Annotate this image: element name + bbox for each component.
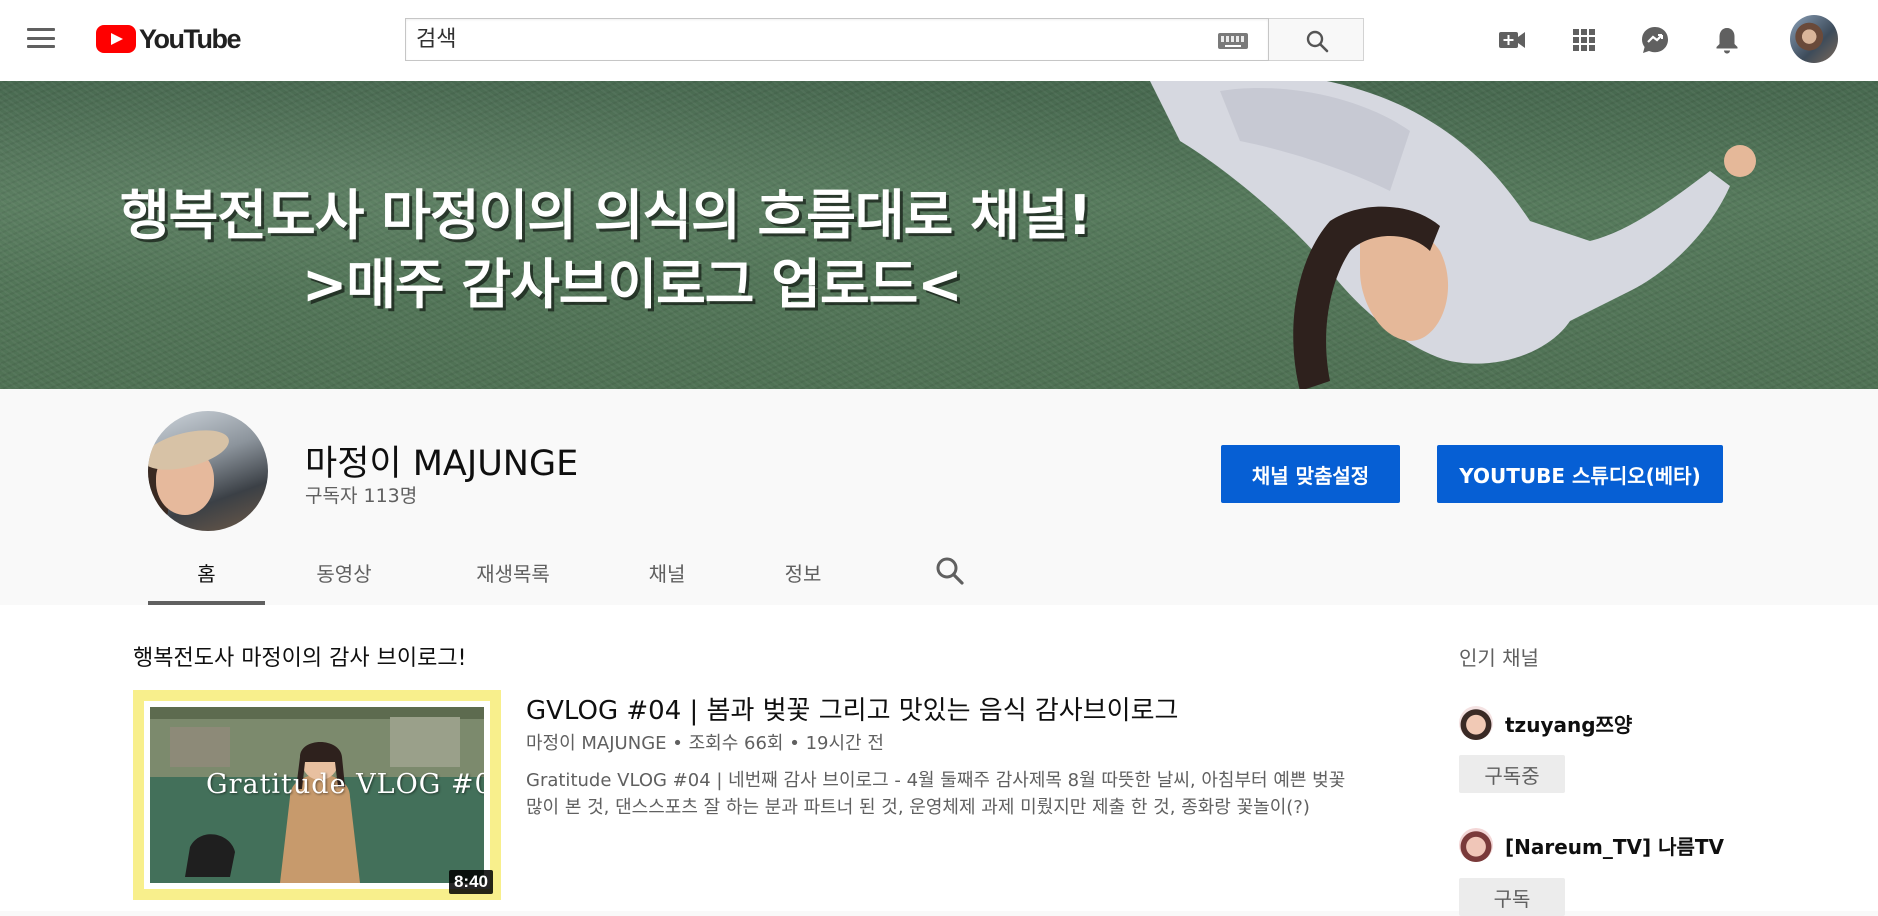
- notifications-icon[interactable]: [1709, 22, 1745, 58]
- youtube-logo[interactable]: YouTube: [96, 23, 241, 54]
- featured-channels-title: 인기 채널: [1459, 646, 1539, 670]
- meta-separator: •: [672, 733, 683, 754]
- search-input[interactable]: [416, 25, 1196, 53]
- apps-icon[interactable]: [1566, 22, 1602, 58]
- video-description: Gratitude VLOG #04 | 네번째 감사 브이로그 - 4월 둘째…: [526, 767, 1406, 821]
- thumbnail-frame: Gratitude VLOG #04: [144, 701, 490, 889]
- video-metadata: 마정이 MAJUNGE • 조회수 66회 • 19시간 전: [526, 729, 884, 755]
- customize-channel-button[interactable]: 채널 맞춤설정: [1221, 445, 1400, 503]
- video-description-line2: 많이 본 것, 댄스스포츠 잘 하는 분과 파트너 된 것, 운영체제 과제 미…: [526, 797, 1310, 818]
- featured-channel-name: [Nareum_TV] 나름TV: [1505, 834, 1725, 859]
- subscribe-button[interactable]: 구독: [1459, 878, 1565, 916]
- keyboard-icon[interactable]: [1218, 33, 1248, 49]
- thumbnail-photo: Gratitude VLOG #04: [150, 707, 484, 883]
- account-avatar[interactable]: [1790, 15, 1838, 63]
- tab-channels[interactable]: 채널: [603, 539, 731, 605]
- video-duration: 8:40: [448, 870, 493, 894]
- video-title[interactable]: GVLOG #04 | 봄과 벚꽃 그리고 맛있는 음식 감사브이로그: [526, 690, 1178, 727]
- video-description-line1: Gratitude VLOG #04 | 네번째 감사 브이로그 - 4월 둘째…: [526, 770, 1346, 791]
- video-views: 조회수 66회: [688, 733, 784, 754]
- subscribed-button[interactable]: 구독중: [1459, 755, 1565, 793]
- channel-banner: 행복전도사 마정이의 의식의 흐름대로 채널! >매주 감사브이로그 업로드<: [0, 81, 1878, 389]
- channel-avatar-icon: [1459, 828, 1493, 862]
- channel-avatar-icon: [1459, 706, 1493, 740]
- youtube-play-icon: [96, 25, 136, 53]
- tab-about[interactable]: 정보: [731, 539, 875, 605]
- thumbnail-title: Gratitude VLOG #04: [206, 769, 484, 800]
- video-thumbnail[interactable]: Gratitude VLOG #04 8:40: [133, 690, 501, 900]
- featured-channel-name: tzuyang쯔양: [1505, 712, 1633, 737]
- tab-videos[interactable]: 동영상: [265, 539, 423, 605]
- channel-name: 마정이 MAJUNGE: [305, 444, 579, 484]
- tab-playlists[interactable]: 재생목록: [423, 539, 603, 605]
- search-button[interactable]: [1269, 18, 1364, 61]
- youtube-studio-button[interactable]: YOUTUBE 스튜디오(베타): [1437, 445, 1723, 503]
- tab-home[interactable]: 홈: [148, 539, 265, 605]
- search-box: [405, 18, 1269, 61]
- shelf-title[interactable]: 행복전도사 마정이의 감사 브이로그!: [133, 640, 466, 672]
- video-channel-link[interactable]: 마정이 MAJUNGE: [526, 733, 667, 754]
- banner-text-line2: >매주 감사브이로그 업로드<: [302, 253, 963, 316]
- featured-channel-item[interactable]: [Nareum_TV] 나름TV: [1459, 827, 1724, 863]
- video-age: 19시간 전: [805, 733, 884, 754]
- channel-avatar[interactable]: [148, 411, 268, 531]
- create-video-icon[interactable]: [1494, 22, 1530, 58]
- logo-text: YouTube: [139, 23, 241, 54]
- messages-icon[interactable]: [1637, 22, 1673, 58]
- search-icon: [1306, 30, 1329, 53]
- main-content: 행복전도사 마정이의 감사 브이로그! Gratitude VLOG #04 8…: [0, 605, 1878, 916]
- channel-search-icon[interactable]: [932, 553, 968, 589]
- featured-channel-item[interactable]: tzuyang쯔양: [1459, 705, 1632, 741]
- banner-text-line1: 행복전도사 마정이의 의식의 흐름대로 채널!: [120, 184, 1092, 247]
- channel-header: 마정이 MAJUNGE 구독자 113명 채널 맞춤설정 YOUTUBE 스튜디…: [0, 389, 1878, 605]
- meta-separator: •: [789, 733, 800, 754]
- masthead: YouTube: [0, 0, 1878, 81]
- subscriber-count: 구독자 113명: [305, 485, 418, 507]
- channel-tabs: 홈 동영상 재생목록 채널 정보: [148, 539, 964, 605]
- menu-icon[interactable]: [26, 26, 56, 50]
- banner-photo: [1150, 81, 1756, 389]
